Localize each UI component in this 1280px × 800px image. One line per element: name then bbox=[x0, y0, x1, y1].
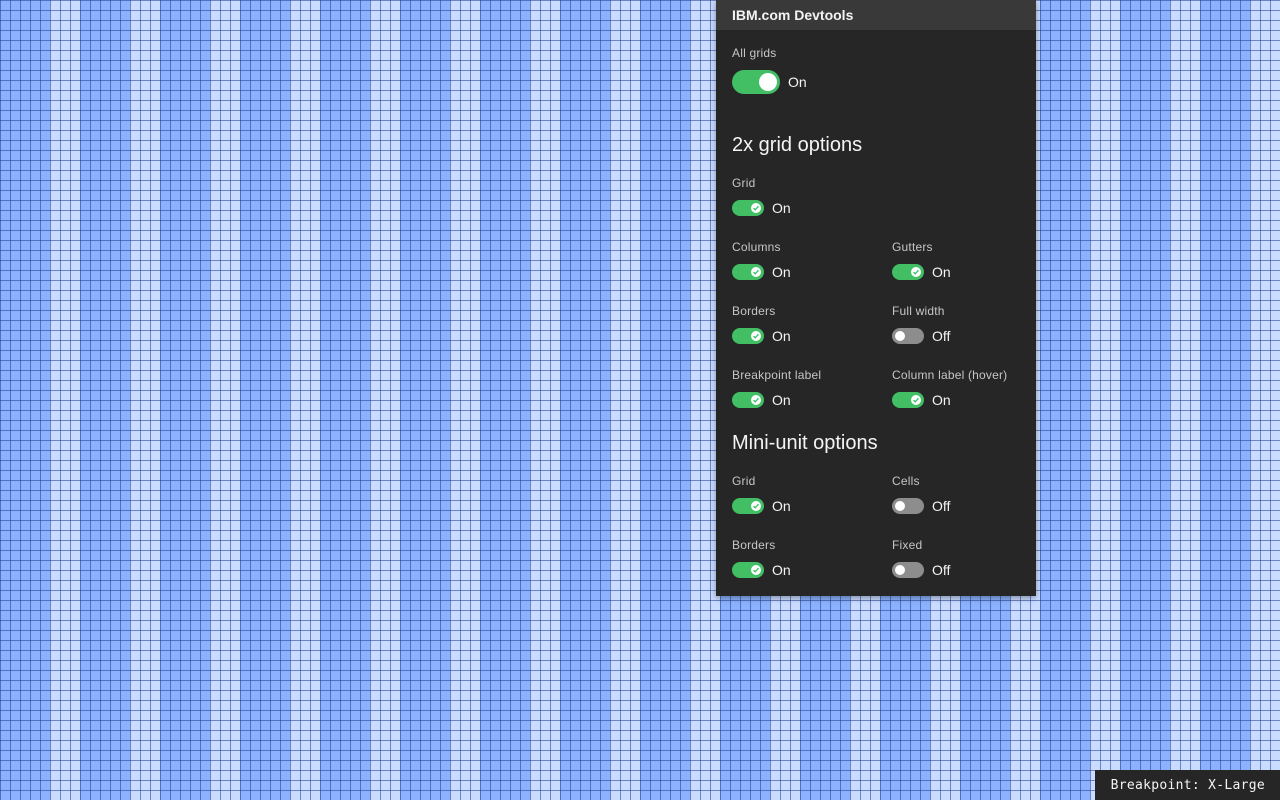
grid2x-breakpoint-label-toggle[interactable]: On bbox=[732, 392, 791, 408]
grid2x-grid-state: On bbox=[772, 200, 791, 216]
mini-borders-label: Borders bbox=[732, 538, 776, 552]
grid2x-borders-switch[interactable] bbox=[732, 328, 764, 344]
mini-cells-toggle[interactable]: Off bbox=[892, 498, 950, 514]
mini-unit-grid-overlay bbox=[0, 0, 1280, 800]
grid2x-breakpoint-label-switch[interactable] bbox=[732, 392, 764, 408]
grid2x-grid-toggle[interactable]: On bbox=[732, 200, 791, 216]
grid2x-options-heading: 2x grid options bbox=[732, 134, 863, 156]
checkmark-icon bbox=[913, 397, 920, 403]
mini-cells-label: Cells bbox=[892, 474, 920, 488]
mini-borders-toggle[interactable]: On bbox=[732, 562, 791, 578]
grid2x-columns-label: Columns bbox=[732, 240, 781, 254]
checkmark-icon bbox=[913, 269, 920, 275]
checkmark-icon bbox=[753, 205, 760, 211]
devtools-panel: IBM.com Devtools All grids On 2x grid op… bbox=[716, 0, 1036, 596]
mini-grid-switch[interactable] bbox=[732, 498, 764, 514]
grid2x-columns-switch[interactable] bbox=[732, 264, 764, 280]
grid2x-full-width-state: Off bbox=[932, 328, 951, 344]
grid-overlay-page: IBM.com Devtools All grids On 2x grid op… bbox=[0, 0, 1280, 800]
mini-fixed-switch[interactable] bbox=[892, 562, 924, 578]
checkmark-icon bbox=[753, 333, 760, 339]
grid2x-breakpoint-label-state: On bbox=[772, 392, 791, 408]
breakpoint-label: Breakpoint: X-Large bbox=[1094, 770, 1280, 800]
checkmark-icon bbox=[753, 269, 760, 275]
devtools-title: IBM.com Devtools bbox=[732, 7, 854, 23]
mini-grid-toggle[interactable]: On bbox=[732, 498, 791, 514]
all-grids-state: On bbox=[788, 74, 807, 90]
grid2x-columns-state: On bbox=[772, 264, 791, 280]
grid2x-full-width-switch[interactable] bbox=[892, 328, 924, 344]
grid2x-gutters-label: Gutters bbox=[892, 240, 933, 254]
grid2x-column-label-state: On bbox=[932, 392, 951, 408]
grid2x-gutters-state: On bbox=[932, 264, 951, 280]
mini-cells-state: Off bbox=[932, 498, 951, 514]
mini-fixed-label: Fixed bbox=[892, 538, 923, 552]
grid2x-borders-label: Borders bbox=[732, 304, 776, 318]
all-grids-label: All grids bbox=[732, 46, 777, 60]
mini-borders-switch[interactable] bbox=[732, 562, 764, 578]
mini-cells-switch[interactable] bbox=[892, 498, 924, 514]
grid2x-column-label-switch[interactable] bbox=[892, 392, 924, 408]
grid2x-borders-state: On bbox=[772, 328, 791, 344]
checkmark-icon bbox=[753, 397, 760, 403]
grid2x-column-label-toggle[interactable]: On bbox=[892, 392, 951, 408]
mini-fixed-state: Off bbox=[932, 562, 951, 578]
mini-grid-state: On bbox=[772, 498, 791, 514]
all-grids-switch[interactable] bbox=[732, 70, 780, 94]
checkmark-icon bbox=[753, 567, 760, 573]
mini-grid-label: Grid bbox=[732, 474, 756, 488]
grid2x-column-label-label: Column label (hover) bbox=[892, 368, 1008, 382]
grid2x-gutters-toggle[interactable]: On bbox=[892, 264, 951, 280]
mini-fixed-toggle[interactable]: Off bbox=[892, 562, 950, 578]
mini-unit-options-heading: Mini-unit options bbox=[732, 432, 878, 454]
grid2x-breakpoint-label-label: Breakpoint label bbox=[732, 368, 822, 382]
grid2x-columns-toggle[interactable]: On bbox=[732, 264, 791, 280]
grid2x-grid-switch[interactable] bbox=[732, 200, 764, 216]
all-grids-toggle[interactable]: On bbox=[732, 70, 807, 94]
grid2x-gutters-switch[interactable] bbox=[892, 264, 924, 280]
checkmark-icon bbox=[753, 503, 760, 509]
grid2x-full-width-label: Full width bbox=[892, 304, 945, 318]
mini-borders-state: On bbox=[772, 562, 791, 578]
devtools-header[interactable]: IBM.com Devtools bbox=[716, 0, 1036, 30]
grid2x-grid-label: Grid bbox=[732, 176, 756, 190]
grid2x-borders-toggle[interactable]: On bbox=[732, 328, 791, 344]
grid2x-full-width-toggle[interactable]: Off bbox=[892, 328, 950, 344]
